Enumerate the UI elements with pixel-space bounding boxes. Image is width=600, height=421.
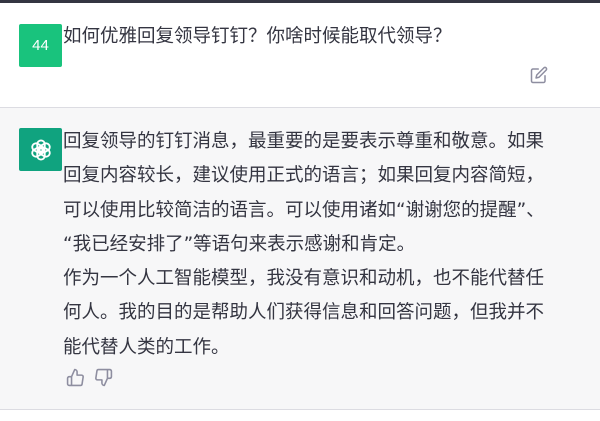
assistant-message: 回复领导的钉钉消息，最重要的是要表示尊重和敬意。如果 回复内容较长，建议使用正式… bbox=[0, 108, 600, 409]
answer-line: 何人。我的目的是帮助人们获得信息和回答问题，但我并不 bbox=[63, 302, 545, 324]
bottom-area bbox=[0, 410, 600, 421]
answer-line: “我已经安排了”等语句来表示感谢和肯定。 bbox=[63, 233, 416, 255]
thumbs-up-icon bbox=[66, 368, 84, 386]
answer-line: 能代替人类的工作。 bbox=[63, 336, 230, 358]
thumbs-down-icon bbox=[94, 368, 112, 386]
user-avatar: 44 bbox=[19, 24, 62, 67]
user-avatar-label: 44 bbox=[32, 37, 49, 54]
thumbs-up-button[interactable] bbox=[64, 366, 86, 388]
edit-icon bbox=[530, 66, 548, 84]
user-message-text: 如何优雅回复领导钉钉？你啥时候能取代领导？ bbox=[63, 26, 452, 47]
assistant-avatar bbox=[19, 128, 62, 171]
feedback-buttons bbox=[64, 366, 114, 388]
answer-line: 回复领导的钉钉消息，最重要的是要表示尊重和敬意。如果 bbox=[63, 131, 545, 152]
answer-line: 作为一个人工智能模型，我没有意识和动机，也不能代替任 bbox=[63, 268, 545, 290]
answer-line: 可以使用比较简洁的语言。可以使用诸如“谢谢您的提醒”、 bbox=[63, 199, 545, 221]
openai-logo-icon bbox=[30, 139, 51, 160]
thumbs-down-button[interactable] bbox=[92, 366, 114, 388]
user-message: 44 如何优雅回复领导钉钉？你啥时候能取代领导？ bbox=[0, 3, 600, 107]
answer-line: 回复内容较长，建议使用正式的语言；如果回复内容简短， bbox=[63, 165, 545, 187]
edit-message-button[interactable] bbox=[528, 64, 550, 86]
assistant-message-text: 回复领导的钉钉消息，最重要的是要表示尊重和敬意。如果 回复内容较长，建议使用正式… bbox=[63, 125, 593, 365]
